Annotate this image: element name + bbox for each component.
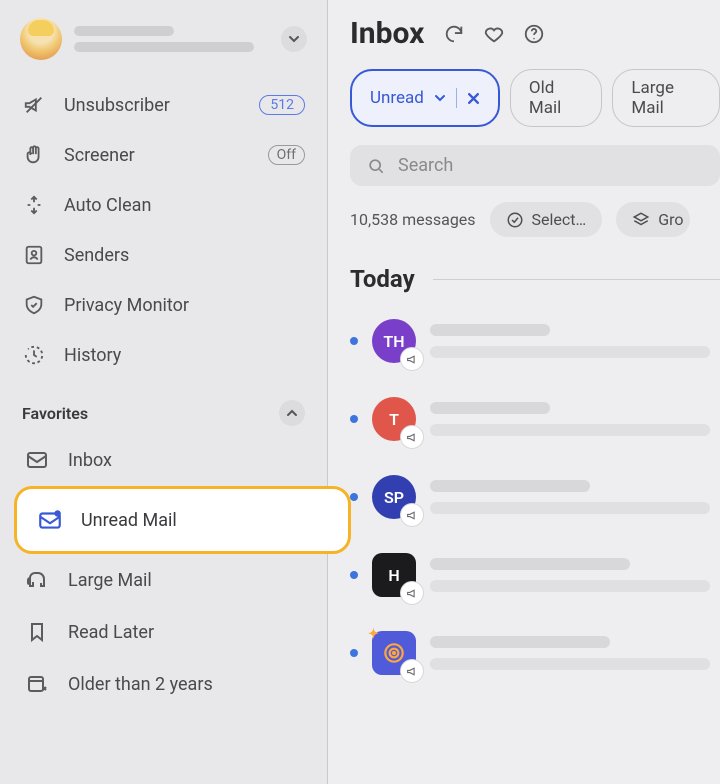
sender-avatar: SP [372, 475, 416, 519]
bookmark-icon [24, 620, 50, 644]
megaphone-icon [400, 581, 424, 605]
filter-chips: Unread Old Mail Large Mail [350, 69, 720, 127]
shield-icon [22, 294, 46, 316]
user-avatar [20, 18, 62, 60]
unread-dot [350, 493, 358, 501]
status-badge: Off [268, 145, 305, 165]
search-placeholder: Search [398, 155, 453, 176]
main-pane: Inbox Unread Old Mail Large Mail [328, 0, 720, 784]
nav-history[interactable]: History [6, 330, 321, 380]
heart-icon[interactable] [482, 22, 506, 46]
megaphone-icon [400, 503, 424, 527]
message-row[interactable]: H [350, 553, 720, 597]
chip-label: Large Mail [631, 78, 701, 118]
megaphone-icon [400, 659, 424, 683]
nav-label: Unsubscriber [64, 95, 241, 116]
inbox-icon [24, 448, 50, 472]
sender-avatar: ✦ [372, 631, 416, 675]
chevron-down-icon [434, 92, 446, 104]
search-input[interactable]: Search [350, 145, 720, 186]
filter-large[interactable]: Large Mail [612, 69, 720, 127]
clear-filter-icon[interactable] [467, 92, 480, 105]
count-badge: 512 [259, 95, 305, 115]
user-info [74, 26, 269, 52]
select-label: Select… [532, 210, 587, 229]
contacts-icon [22, 244, 46, 266]
message-preview [430, 558, 720, 592]
nav-unsubscriber[interactable]: Unsubscriber 512 [6, 80, 321, 130]
group-button[interactable]: Gro [616, 202, 689, 237]
nav-label: Privacy Monitor [64, 295, 305, 316]
sender-avatar: H [372, 553, 416, 597]
message-preview [430, 480, 720, 514]
history-icon [22, 344, 46, 366]
title-row: Inbox [350, 16, 720, 51]
chevron-up-icon[interactable] [279, 400, 305, 426]
message-list: TH T SP H ✦ [350, 319, 720, 675]
nav-senders[interactable]: Senders [6, 230, 321, 280]
fav-read-later[interactable]: Read Later [6, 606, 321, 658]
unread-mail-icon [37, 507, 63, 533]
message-preview [430, 636, 720, 670]
megaphone-icon [400, 347, 424, 371]
section-header: Today [350, 265, 720, 293]
megaphone-icon [400, 425, 424, 449]
message-row[interactable]: SP [350, 475, 720, 519]
message-row[interactable]: T [350, 397, 720, 441]
message-row[interactable]: ✦ [350, 631, 720, 675]
nav-screener[interactable]: Screener Off [6, 130, 321, 180]
unread-dot [350, 415, 358, 423]
favorites-header: Favorites [0, 380, 327, 434]
unread-dot [350, 571, 358, 579]
nav-label: History [64, 345, 305, 366]
section-title: Today [350, 265, 415, 293]
fav-label: Older than 2 years [68, 674, 213, 695]
sender-avatar: T [372, 397, 416, 441]
fav-large[interactable]: Large Mail [6, 554, 321, 606]
refresh-icon[interactable] [442, 22, 466, 46]
nav-privacy[interactable]: Privacy Monitor [6, 280, 321, 330]
nav-label: Senders [64, 245, 305, 266]
message-row[interactable]: TH [350, 319, 720, 363]
check-circle-icon [506, 211, 524, 229]
select-button[interactable]: Select… [490, 202, 603, 237]
account-switcher[interactable] [0, 12, 327, 74]
calendar-old-icon [24, 672, 50, 696]
message-preview [430, 324, 720, 358]
fav-label: Inbox [68, 450, 112, 471]
autoclean-icon [22, 194, 46, 216]
favorites-list: Inbox Unread Mail Large Mail Read Later … [0, 434, 327, 710]
group-label: Gro [658, 210, 683, 229]
fav-older[interactable]: Older than 2 years [6, 658, 321, 710]
help-icon[interactable] [522, 22, 546, 46]
chevron-down-icon[interactable] [281, 26, 307, 52]
fav-label: Unread Mail [81, 510, 177, 531]
megaphone-mute-icon [22, 94, 46, 116]
nav-label: Auto Clean [64, 195, 305, 216]
chip-label: Old Mail [529, 78, 584, 118]
chip-label: Unread [370, 88, 424, 108]
fav-label: Large Mail [68, 570, 152, 591]
fav-inbox[interactable]: Inbox [6, 434, 321, 486]
elephant-icon [24, 568, 50, 592]
page-title: Inbox [350, 16, 424, 51]
filter-old[interactable]: Old Mail [510, 69, 603, 127]
favorites-title: Favorites [22, 404, 88, 423]
layers-icon [632, 211, 650, 229]
hand-icon [22, 144, 46, 166]
meta-row: 10,538 messages Select… Gro [350, 202, 720, 237]
unread-dot [350, 337, 358, 345]
sender-avatar: TH [372, 319, 416, 363]
nav-autoclean[interactable]: Auto Clean [6, 180, 321, 230]
fav-label: Read Later [68, 622, 154, 643]
filter-unread[interactable]: Unread [350, 69, 500, 127]
primary-nav: Unsubscriber 512 Screener Off Auto Clean… [0, 74, 327, 380]
message-count: 10,538 messages [350, 210, 476, 229]
sidebar: Unsubscriber 512 Screener Off Auto Clean… [0, 0, 328, 784]
nav-label: Screener [64, 145, 250, 166]
fav-unread[interactable]: Unread Mail [14, 486, 351, 554]
message-preview [430, 402, 720, 436]
unread-dot [350, 649, 358, 657]
search-icon [366, 156, 386, 176]
